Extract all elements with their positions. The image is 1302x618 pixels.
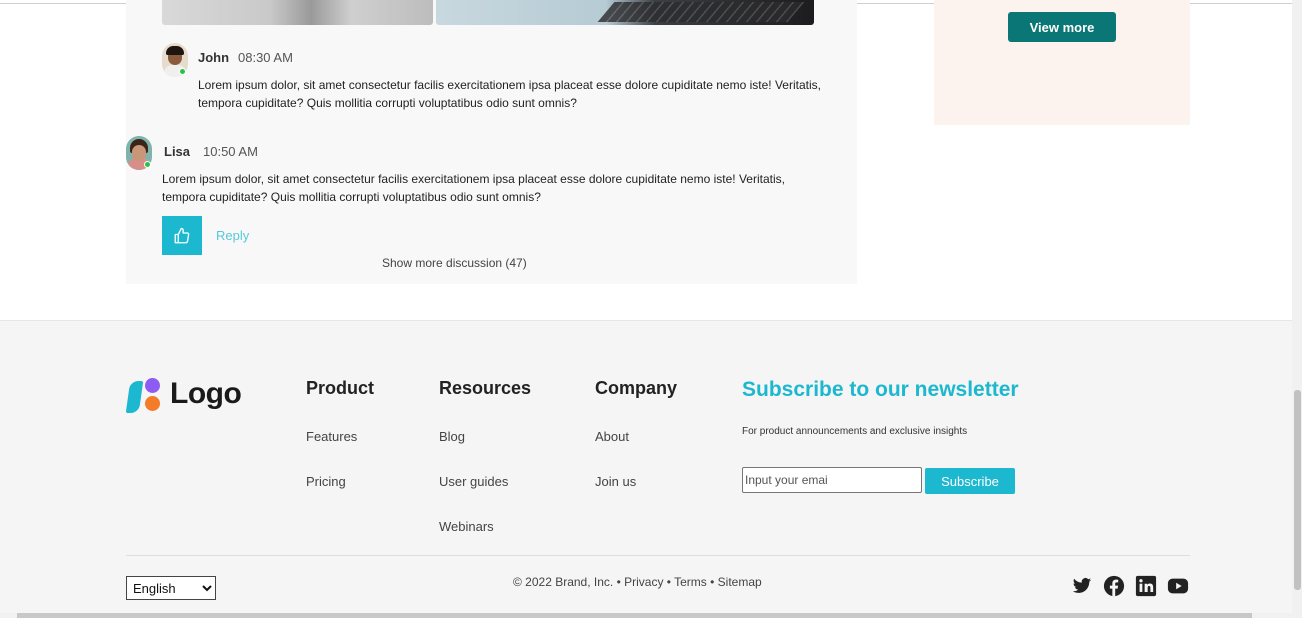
newsletter-subtitle: For product announcements and exclusive … (742, 426, 968, 437)
footer-link-pricing[interactable]: Pricing (306, 474, 346, 489)
thumbs-up-icon (174, 227, 190, 243)
attachment-image[interactable] (162, 0, 433, 25)
footer-link-features[interactable]: Features (306, 429, 357, 444)
footer-link-webinars[interactable]: Webinars (439, 519, 494, 534)
footer-link-user-guides[interactable]: User guides (439, 474, 508, 489)
privacy-link[interactable]: Privacy (624, 575, 663, 589)
copyright-text: © 2022 Brand, Inc. (513, 575, 614, 589)
brand-logo[interactable]: Logo (125, 377, 258, 417)
online-indicator (144, 161, 151, 168)
comment-text: Lorem ipsum dolor, sit amet consectetur … (162, 172, 785, 204)
logo-text: Logo (170, 377, 242, 410)
like-button[interactable] (162, 216, 202, 255)
vertical-scrollbar[interactable] (1292, 0, 1302, 618)
comment-text: Lorem ipsum dolor, sit amet consectetur … (198, 78, 821, 110)
terms-link[interactable]: Terms (674, 575, 707, 589)
footer-link-join-us[interactable]: Join us (595, 474, 636, 489)
copyright-bar: © 2022 Brand, Inc. • Privacy • Terms • S… (513, 575, 762, 589)
footer-column-title: Resources (439, 378, 532, 398)
footer-link-about[interactable]: About (595, 429, 629, 444)
comment-author: John (198, 50, 230, 65)
newsletter-email-input[interactable] (742, 467, 922, 493)
facebook-icon[interactable] (1103, 575, 1125, 597)
view-more-button[interactable]: View more (1008, 12, 1116, 42)
footer-divider (126, 555, 1190, 556)
sitemap-link[interactable]: Sitemap (718, 575, 762, 589)
footer-link-blog[interactable]: Blog (439, 429, 465, 444)
online-indicator (179, 68, 186, 75)
comment-author: Lisa (164, 144, 191, 159)
show-more-discussion-link[interactable]: Show more discussion (47) (382, 256, 527, 270)
subscribe-button[interactable]: Subscribe (925, 468, 1015, 494)
linkedin-icon[interactable] (1135, 575, 1157, 597)
promo-panel: View more (934, 0, 1190, 125)
attachment-image[interactable] (436, 0, 814, 25)
footer-column-title: Company (595, 378, 678, 398)
twitter-icon[interactable] (1071, 575, 1093, 597)
comment-time: 08:30 AM (238, 50, 293, 65)
comment-time: 10:50 AM (203, 144, 258, 159)
site-footer: Logo Product Features Pricing Resources … (0, 320, 1292, 613)
footer-column-title: Product (306, 378, 375, 398)
reply-link[interactable]: Reply (216, 228, 249, 243)
language-select[interactable]: English (126, 576, 216, 600)
youtube-icon[interactable] (1167, 575, 1189, 597)
horizontal-scrollbar[interactable] (0, 613, 1292, 618)
newsletter-title: Subscribe to our newsletter (742, 378, 1019, 401)
